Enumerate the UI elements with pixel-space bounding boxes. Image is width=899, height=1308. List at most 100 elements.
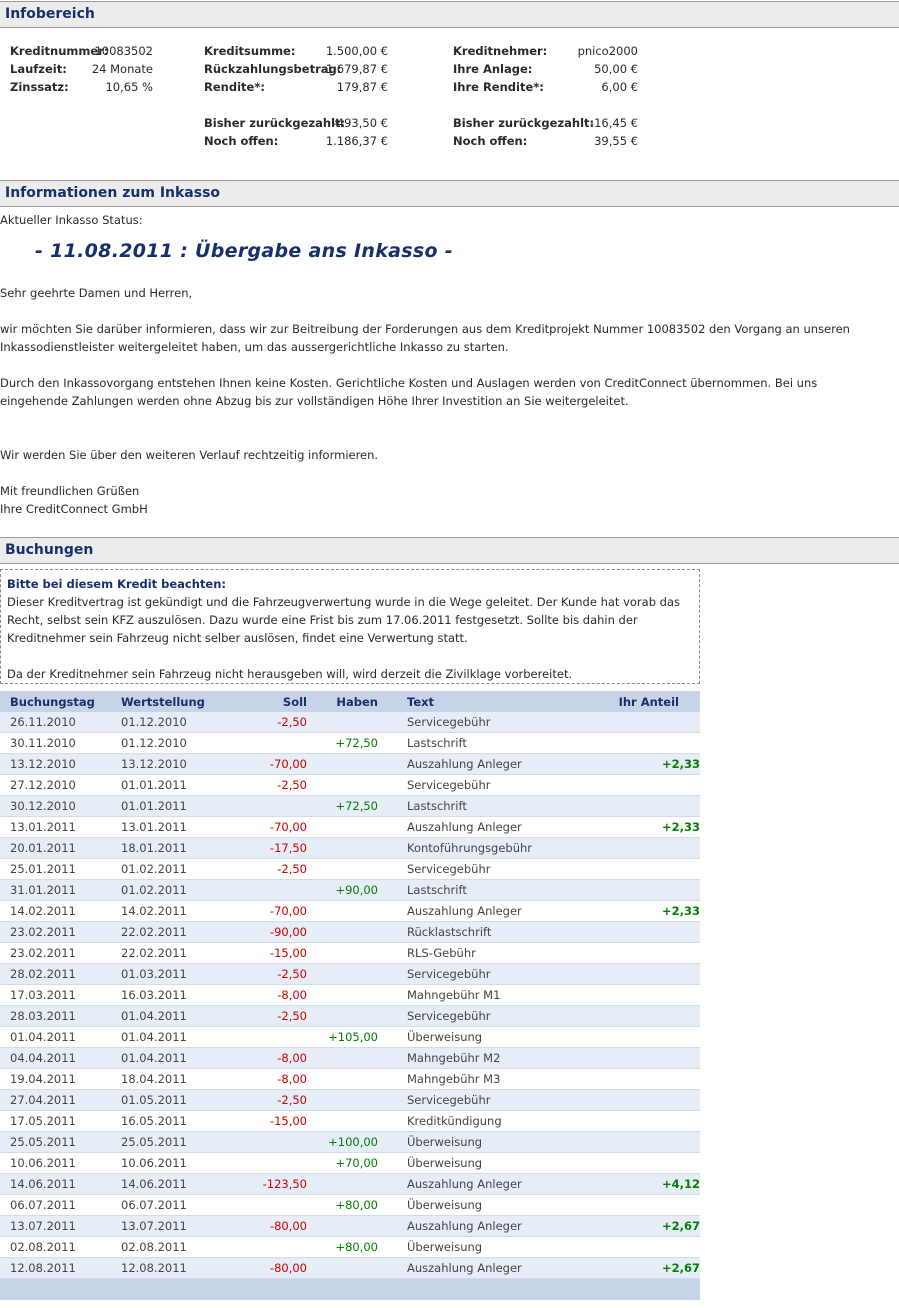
investor-share: [617, 942, 700, 964]
table-row: 25.01.2011 01.02.2011 -2,50 Servicegebühr: [0, 858, 700, 880]
spacer: [378, 1089, 407, 1111]
booking-text: Rücklastschrift: [407, 921, 617, 943]
credit-amount: +100,00: [307, 1131, 378, 1153]
booking-text: Lastschrift: [407, 795, 617, 817]
table-row: 31.01.2011 01.02.2011 +90,00 Lastschrift: [0, 879, 700, 901]
column-header-soll: Soll: [241, 691, 307, 712]
debit-amount: [241, 879, 307, 901]
table-row: 10.06.2011 10.06.2011 +70,00 Überweisung: [0, 1152, 700, 1174]
spacer: [378, 984, 407, 1006]
booking-text: Kreditkündigung: [407, 1110, 617, 1132]
credit-amount: [307, 712, 378, 733]
value-date: 01.05.2011: [121, 1089, 241, 1111]
value-date: 16.05.2011: [121, 1110, 241, 1132]
inkasso-title: Informationen zum Inkasso: [5, 185, 221, 201]
booking-date: 06.07.2011: [0, 1194, 121, 1216]
letter-greeting: Sehr geehrte Damen und Herren,: [0, 286, 193, 300]
debit-amount: -8,00: [241, 1047, 307, 1069]
spacer: [378, 712, 407, 733]
booking-date: 19.04.2011: [0, 1068, 121, 1090]
debit-amount: -2,50: [241, 1005, 307, 1027]
booking-text: Servicegebühr: [407, 858, 617, 880]
value-date: 13.01.2011: [121, 816, 241, 838]
booking-text: Mahngebühr M2: [407, 1047, 617, 1069]
info-label: Noch offen:: [453, 134, 528, 148]
booking-date: 02.08.2011: [0, 1236, 121, 1258]
booking-text: Servicegebühr: [407, 774, 617, 796]
table-row: 23.02.2011 22.02.2011 -15,00 RLS-Gebühr: [0, 942, 700, 964]
inkasso-status-label: Aktueller Inkasso Status:: [0, 213, 143, 227]
value-date: 01.01.2011: [121, 774, 241, 796]
booking-text: RLS-Gebühr: [407, 942, 617, 964]
investor-share: [617, 712, 700, 733]
debit-amount: -8,00: [241, 984, 307, 1006]
investor-share: [617, 1152, 700, 1174]
infobereich-title: Infobereich: [5, 6, 95, 22]
info-label: Ihre Rendite*:: [453, 80, 544, 94]
booking-date: 26.11.2010: [0, 712, 121, 733]
credit-amount: [307, 942, 378, 964]
credit-amount: [307, 1173, 378, 1195]
booking-date: 23.02.2011: [0, 942, 121, 964]
investor-share: [617, 1068, 700, 1090]
booking-text: Überweisung: [407, 1236, 617, 1258]
credit-amount: [307, 837, 378, 859]
spacer: [378, 1257, 407, 1279]
info-label: Zinssatz:: [10, 80, 69, 94]
debit-amount: -70,00: [241, 900, 307, 922]
table-row: 19.04.2011 18.04.2011 -8,00 Mahngebühr M3: [0, 1068, 700, 1090]
column-header-buchungstag: Buchungstag: [0, 691, 121, 712]
booking-date: 30.11.2010: [0, 732, 121, 754]
investor-share: [617, 879, 700, 901]
value-date: 12.08.2011: [121, 1257, 241, 1279]
value-date: 01.12.2010: [121, 732, 241, 754]
value-date: 01.02.2011: [121, 858, 241, 880]
investor-share: +2,33: [617, 753, 700, 775]
bookings-header-row: Buchungstag Wertstellung Soll Haben Text…: [0, 691, 700, 712]
value-date: 01.04.2011: [121, 1005, 241, 1027]
credit-amount: [307, 858, 378, 880]
spacer: [378, 753, 407, 775]
value-date: 13.07.2011: [121, 1215, 241, 1237]
booking-date: 27.12.2010: [0, 774, 121, 796]
debit-amount: [241, 1194, 307, 1216]
credit-amount: +80,00: [307, 1236, 378, 1258]
booking-date: 13.07.2011: [0, 1215, 121, 1237]
column-header-haben: Haben: [307, 691, 378, 712]
table-row: 23.02.2011 22.02.2011 -90,00 Rücklastschrif…: [0, 921, 700, 943]
investor-share: [617, 732, 700, 754]
investor-share: [617, 858, 700, 880]
investor-share: [617, 1236, 700, 1258]
booking-text: Lastschrift: [407, 732, 617, 754]
debit-amount: -80,00: [241, 1215, 307, 1237]
table-row: 26.11.2010 01.12.2010 -2,50 Servicegebühr: [0, 712, 700, 733]
bookings-table-footer: [0, 1279, 700, 1300]
booking-date: 31.01.2011: [0, 879, 121, 901]
info-value: -493,50 €: [332, 116, 388, 130]
value-date: 01.03.2011: [121, 963, 241, 985]
spacer: [378, 858, 407, 880]
table-row: 13.12.2010 13.12.2010 -70,00 Auszahlung Anl…: [0, 753, 700, 775]
credit-amount: [307, 774, 378, 796]
debit-amount: -90,00: [241, 921, 307, 943]
value-date: 22.02.2011: [121, 921, 241, 943]
spacer: [378, 1047, 407, 1069]
spacer: [378, 1173, 407, 1195]
credit-amount: [307, 963, 378, 985]
debit-amount: -8,00: [241, 1068, 307, 1090]
booking-date: 25.05.2011: [0, 1131, 121, 1153]
letter-closing: Mit freundlichen Grüßen: [0, 484, 140, 498]
value-date: 01.12.2010: [121, 712, 241, 733]
table-row: 28.02.2011 01.03.2011 -2,50 Servicegebühr: [0, 963, 700, 985]
bookings-table: Buchungstag Wertstellung Soll Haben Text…: [0, 691, 700, 1279]
investor-share: [617, 921, 700, 943]
investor-share: [617, 1089, 700, 1111]
booking-date: 13.12.2010: [0, 753, 121, 775]
booking-date: 14.02.2011: [0, 900, 121, 922]
booking-text: Überweisung: [407, 1131, 617, 1153]
info-value: 6,00 €: [601, 80, 638, 94]
investor-share: [617, 774, 700, 796]
table-row: 17.05.2011 16.05.2011 -15,00 Kreditkündigun…: [0, 1110, 700, 1132]
info-label: Kreditsumme:: [204, 44, 296, 58]
investor-share: [617, 1047, 700, 1069]
